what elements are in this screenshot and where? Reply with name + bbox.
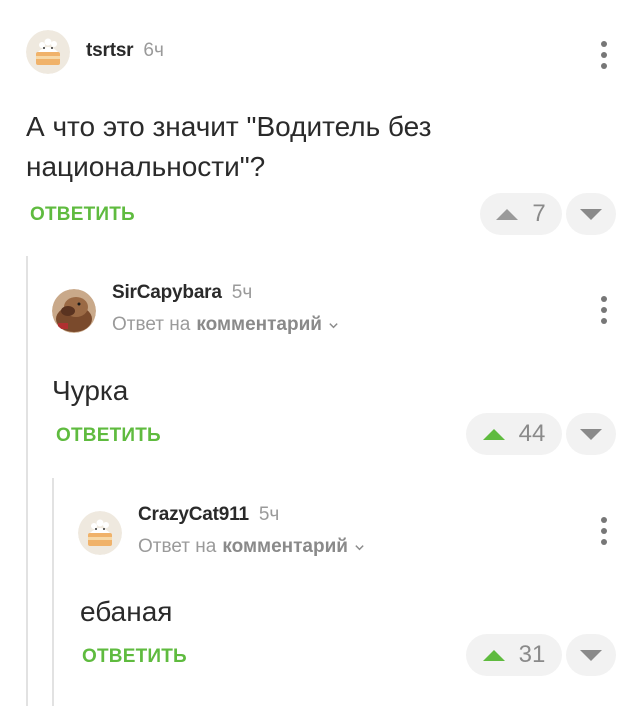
downvote-button[interactable]	[566, 193, 616, 235]
vote-count: 7	[532, 200, 546, 227]
thread-line-level-2	[52, 478, 54, 706]
downvote-button[interactable]	[566, 413, 616, 455]
username[interactable]: tsrtsr	[86, 40, 134, 62]
reply-button[interactable]: ОТВЕТИТЬ	[56, 425, 161, 447]
downvote-arrow-icon	[580, 428, 602, 440]
reply-to-prefix: Ответ на	[138, 536, 217, 557]
cat-cake-avatar-icon	[78, 511, 122, 555]
vote-count: 44	[518, 420, 546, 447]
upvote-arrow-icon	[482, 649, 505, 661]
more-options-icon[interactable]	[594, 38, 614, 72]
username[interactable]: CrazyCat911	[138, 504, 249, 526]
downvote-button[interactable]	[566, 634, 616, 676]
chevron-down-icon	[329, 322, 338, 328]
reply-button[interactable]: ОТВЕТИТЬ	[30, 204, 135, 226]
timestamp: 5ч	[231, 282, 253, 303]
capybara-avatar-icon	[52, 289, 96, 333]
reply-to-target: комментарий	[196, 314, 322, 335]
timestamp: 5ч	[258, 504, 280, 525]
comment-text: ебаная	[80, 596, 173, 627]
reply-button[interactable]: ОТВЕТИТЬ	[82, 646, 187, 668]
upvote-button[interactable]: 7	[480, 193, 562, 235]
avatar[interactable]	[52, 289, 96, 333]
downvote-arrow-icon	[580, 649, 602, 661]
comment-text: А что это значит "Водитель без националь…	[26, 111, 432, 182]
reply-to-link[interactable]: Ответ на комментарий	[138, 536, 365, 558]
upvote-button[interactable]: 44	[466, 413, 562, 455]
more-options-icon[interactable]	[594, 293, 614, 327]
username[interactable]: SirCapybara	[112, 282, 222, 304]
cat-cake-avatar-icon	[26, 30, 70, 74]
comment-text: Чурка	[52, 375, 129, 406]
reply-to-prefix: Ответ на	[112, 314, 191, 335]
reply-to-link[interactable]: Ответ на комментарий	[112, 314, 339, 336]
downvote-arrow-icon	[580, 208, 602, 220]
avatar[interactable]	[26, 30, 70, 74]
reply-to-target: комментарий	[222, 536, 348, 557]
upvote-arrow-icon	[482, 428, 505, 440]
vote-count: 31	[518, 641, 546, 668]
more-options-icon[interactable]	[594, 514, 614, 548]
chevron-down-icon	[355, 544, 364, 550]
upvote-arrow-icon	[496, 208, 519, 220]
upvote-button[interactable]: 31	[466, 634, 562, 676]
thread-line-level-1	[26, 256, 28, 706]
avatar[interactable]	[78, 511, 122, 555]
timestamp: 6ч	[143, 40, 164, 61]
